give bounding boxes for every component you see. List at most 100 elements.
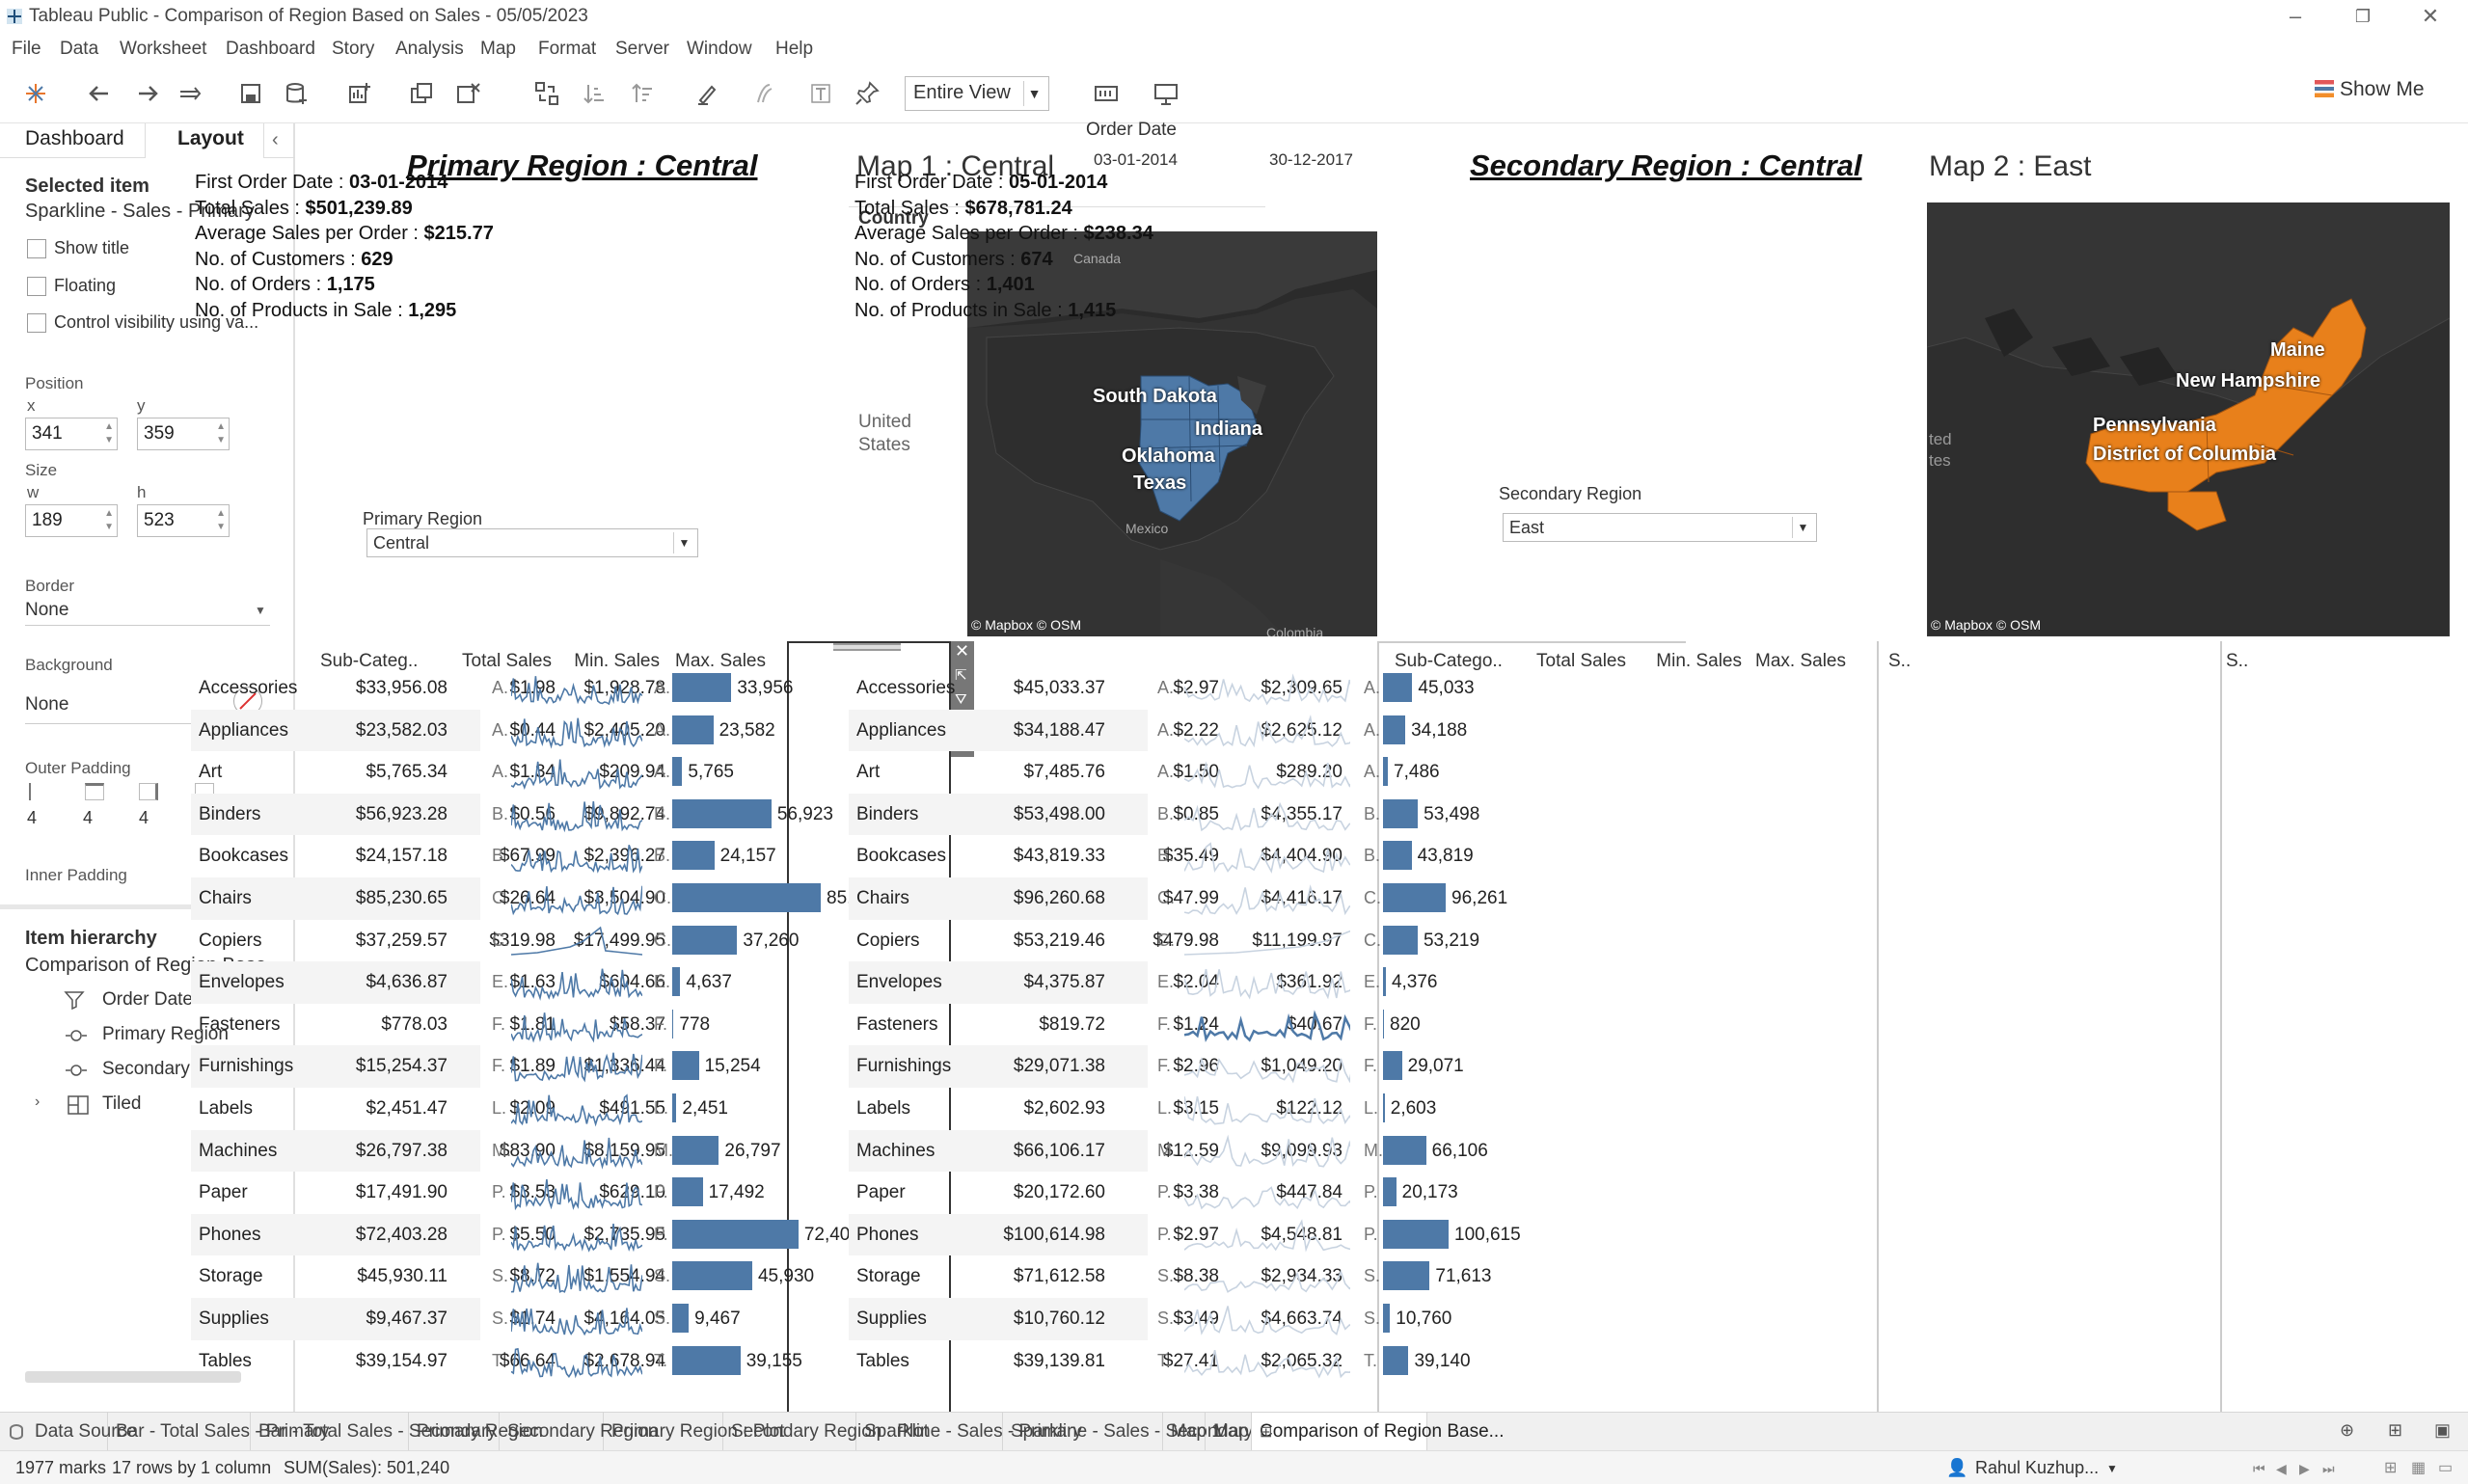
table-row[interactable]: Storage $45,930.11 $8.72 $1,554.94 [191, 1255, 665, 1298]
swap-rows-columns-icon[interactable] [530, 77, 563, 110]
new-dashboard-tab-icon[interactable]: ⊞ [2388, 1420, 2402, 1441]
table-row[interactable]: Copiers $37,259.57 $319.98 $17,499.95 [191, 920, 665, 962]
sales-bar[interactable] [672, 883, 821, 912]
menu-dashboard[interactable]: Dashboard [226, 39, 315, 60]
sheet-tab[interactable]: Bar - Total Sales - Primary [108, 1413, 329, 1451]
remove-from-dashboard-icon[interactable]: ✕ [955, 641, 969, 661]
sparkline[interactable] [511, 1257, 642, 1296]
sparkline[interactable] [511, 753, 642, 792]
tab-view-icon[interactable]: ▭ [2438, 1458, 2453, 1477]
undo-icon[interactable] [83, 77, 116, 110]
sales-bar[interactable] [1383, 1009, 1384, 1039]
y-position-field[interactable]: 359 ▲ ▼ [137, 418, 230, 450]
sheet-tab[interactable]: Primary Region [409, 1413, 543, 1451]
sparkline[interactable] [511, 879, 642, 918]
sales-bar[interactable] [672, 967, 681, 997]
sheet-tab[interactable]: Bar - Total Sales - Secondary [251, 1413, 497, 1451]
sparkline[interactable] [511, 712, 642, 750]
fit-view-select[interactable]: Entire View ▼ [905, 76, 1049, 111]
new-worksheet-icon[interactable] [343, 77, 376, 110]
status-user[interactable]: Rahul Kuzhup... [1975, 1458, 2099, 1478]
minimize-button[interactable]: – [2266, 2, 2324, 31]
secondary-bar-header[interactable]: S.. [2226, 651, 2248, 672]
height-field[interactable]: 523 ▲ ▼ [137, 504, 230, 537]
sparkline[interactable] [511, 1047, 642, 1086]
x-position-field[interactable]: 341 ▲ ▼ [25, 418, 118, 450]
table-row[interactable]: Fasteners $778.03 $1.81 $58.37 [191, 1004, 665, 1046]
sparkline[interactable] [511, 1006, 642, 1044]
sparkline[interactable] [511, 1090, 642, 1128]
table-row[interactable]: Bookcases $43,819.33 $35.49 $4,404.90 [849, 835, 1342, 877]
sparkline[interactable] [511, 922, 642, 960]
sort-ascending-icon[interactable] [577, 77, 610, 110]
table-row[interactable]: Supplies $10,760.12 $3.49 $4,663.74 [849, 1298, 1342, 1340]
sparkline[interactable] [511, 796, 642, 834]
table-row[interactable]: Art $7,485.76 $1.50 $289.20 [849, 751, 1342, 794]
sheet-tab[interactable]: Map 1 [1163, 1413, 1222, 1451]
sales-bar[interactable] [672, 715, 714, 744]
floating-checkbox[interactable] [27, 277, 46, 296]
presentation-mode-icon[interactable] [1150, 77, 1182, 110]
table-row[interactable]: Paper $20,172.60 $3.38 $447.84 [849, 1172, 1342, 1214]
background-select[interactable]: None [25, 694, 68, 715]
new-worksheet-tab-icon[interactable]: ⊕ [2340, 1420, 2354, 1441]
sales-bar[interactable] [1383, 1219, 1449, 1249]
sparkline[interactable] [511, 837, 642, 876]
sales-bar[interactable] [1383, 925, 1418, 955]
replay-icon[interactable] [174, 77, 206, 110]
table-row[interactable]: Labels $2,451.47 $2.09 $491.55 [191, 1088, 665, 1130]
sparkline[interactable] [511, 1300, 642, 1338]
sparkline[interactable] [511, 1216, 642, 1255]
sparkline[interactable] [1184, 837, 1350, 876]
table-row[interactable]: Accessories $33,956.08 $1.98 $1,928.78 [191, 667, 665, 710]
padding-left-icon[interactable] [29, 783, 46, 800]
sparkline[interactable] [1184, 669, 1350, 708]
menu-analysis[interactable]: Analysis [395, 39, 464, 60]
sheet-tab[interactable]: Comparison of Region Base... [1252, 1413, 1504, 1451]
menu-server[interactable]: Server [615, 39, 669, 60]
sheet-tab[interactable]: Secondary Region [500, 1413, 658, 1451]
sales-bar[interactable] [672, 1261, 752, 1291]
table-row[interactable]: Phones $72,403.28 $5.50 $2,735.95 [191, 1213, 665, 1256]
table-row[interactable]: Binders $56,923.28 $0.56 $9,892.74 [191, 793, 665, 836]
filmstrip-view-icon[interactable]: ▦ [2411, 1458, 2426, 1477]
order-date-start[interactable]: 03-01-2014 [1094, 150, 1178, 170]
table-row[interactable]: Furnishings $15,254.37 $1.89 $1,336.44 [191, 1045, 665, 1088]
sheet-tab[interactable]: Sparkline - Sales - Primary [856, 1413, 1082, 1451]
highlight-icon[interactable] [691, 77, 723, 110]
table-row[interactable]: Envelopes $4,375.87 $2.04 $361.92 [849, 961, 1342, 1004]
tab-dashboard[interactable]: Dashboard [25, 127, 124, 150]
sparkline[interactable] [511, 669, 642, 708]
hierarchy-order-date[interactable]: Order Date [102, 989, 193, 1011]
chevron-down-icon[interactable]: ▼ [255, 604, 266, 617]
menu-help[interactable]: Help [775, 39, 813, 60]
sales-bar[interactable] [1383, 1177, 1397, 1207]
sparkline[interactable] [1184, 879, 1350, 918]
sales-bar[interactable] [1383, 673, 1413, 702]
sheet-tab[interactable]: Map 2 [1206, 1413, 1264, 1451]
menu-window[interactable]: Window [687, 39, 752, 60]
table-row[interactable]: Supplies $9,467.37 $1.74 $4,164.05 [191, 1298, 665, 1340]
sparkline[interactable] [1184, 1047, 1350, 1086]
sparkline[interactable] [511, 1132, 642, 1171]
tableau-home-icon[interactable] [19, 77, 52, 110]
stepper-arrows-icon[interactable]: ▲ ▼ [216, 507, 226, 534]
close-button[interactable]: ✕ [2401, 2, 2459, 31]
sort-descending-icon[interactable] [625, 77, 658, 110]
sales-bar[interactable] [672, 1177, 703, 1207]
secondary-header-subcategory[interactable]: Sub-Catego.. [1395, 651, 1503, 672]
sparkline[interactable] [1184, 712, 1350, 750]
order-date-end[interactable]: 30-12-2017 [1269, 150, 1353, 170]
sales-bar[interactable] [672, 1051, 699, 1081]
table-row[interactable]: Machines $26,797.38 $83.90 $8,159.95 [191, 1129, 665, 1173]
table-row[interactable]: Appliances $23,582.03 $0.44 $2,405.20 [191, 709, 665, 752]
sales-bar[interactable] [672, 1219, 799, 1249]
user-icon[interactable]: 👤 [1946, 1458, 1967, 1478]
sales-bar[interactable] [1383, 757, 1389, 787]
collapse-pane-icon[interactable]: ‹ [272, 129, 279, 151]
primary-header-max-sales[interactable]: Max. Sales [675, 651, 766, 672]
sales-bar[interactable] [672, 673, 732, 702]
map2[interactable]: Maine New Hampshire Pennsylvania Distric… [1927, 202, 2450, 636]
sparkline[interactable] [1184, 753, 1350, 792]
table-row[interactable]: Furnishings $29,071.38 $2.96 $1,049.20 [849, 1045, 1342, 1088]
